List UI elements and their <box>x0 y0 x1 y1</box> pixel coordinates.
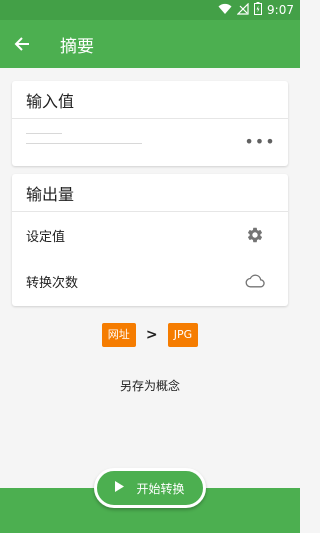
conversion-formats: 网址 > JPG <box>0 323 300 347</box>
status-bar: 9:07 <box>0 0 300 20</box>
output-card: 输出量 设定值 转换次数 <box>12 174 288 306</box>
option-conversion-count-label: 转换次数 <box>26 275 79 291</box>
option-settings-label: 设定值 <box>26 229 66 245</box>
arrow-back-icon[interactable] <box>0 20 44 68</box>
input-value-row[interactable]: ••• <box>12 119 288 165</box>
save-as-link[interactable]: 另存为概念 <box>0 377 300 394</box>
wifi-icon <box>218 3 232 18</box>
gear-icon[interactable] <box>244 224 266 246</box>
chevron-right-icon: > <box>145 327 158 343</box>
input-card: 输入值 ••• <box>12 81 288 166</box>
input-placeholder-line <box>26 143 142 144</box>
start-conversion-label: 开始转换 <box>136 481 185 496</box>
signal-icon <box>236 2 249 18</box>
option-conversion-count-row[interactable]: 转换次数 <box>12 258 288 304</box>
input-placeholder-line <box>26 133 62 134</box>
cloud-icon[interactable] <box>244 270 266 292</box>
option-settings-row[interactable]: 设定值 <box>12 212 288 258</box>
target-format-badge[interactable]: JPG <box>167 323 199 347</box>
page-title: 摘要 <box>60 36 94 57</box>
more-horizontal-icon[interactable]: ••• <box>244 132 274 151</box>
start-conversion-button[interactable]: 开始转换 <box>94 468 206 508</box>
app-bar: 摘要 <box>0 20 300 68</box>
play-icon <box>115 481 125 495</box>
output-card-title: 输出量 <box>12 174 288 212</box>
status-time: 9:07 <box>267 3 294 17</box>
battery-icon <box>254 2 263 18</box>
source-format-badge[interactable]: 网址 <box>101 323 136 347</box>
input-card-title: 输入值 <box>12 81 288 119</box>
